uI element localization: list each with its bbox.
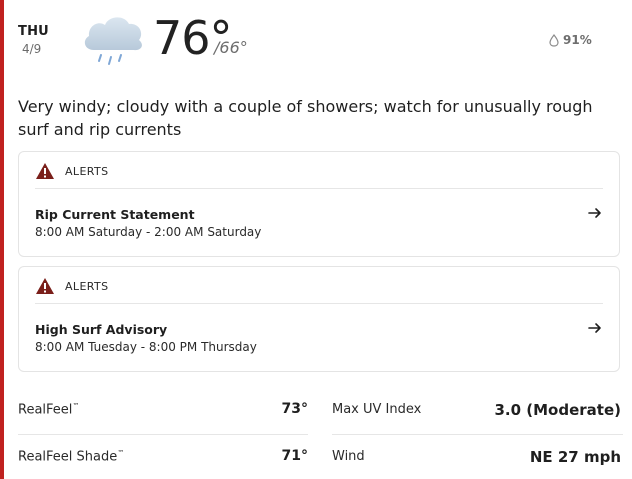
realfeel-shade-label: RealFeel Shade™ [18, 449, 125, 465]
low-temperature: /66° [214, 38, 248, 57]
realfeel-label: RealFeel™ [18, 402, 80, 418]
row-divider [332, 434, 623, 435]
warning-triangle-icon [36, 163, 54, 179]
precipitation: 91% [549, 33, 592, 47]
alert-label: ALERTS [65, 279, 109, 293]
warning-triangle-icon [36, 278, 54, 294]
uv-index-label: Max UV Index [332, 402, 422, 417]
alert-time: 8:00 AM Saturday - 2:00 AM Saturday [35, 225, 262, 239]
droplet-icon [549, 33, 559, 47]
precipitation-value: 91% [563, 33, 592, 47]
alert-label: ALERTS [65, 164, 109, 178]
uv-index-value: 3.0 (Moderate) [494, 401, 621, 419]
forecast-date: 4/9 [22, 42, 42, 56]
alert-divider [35, 188, 603, 189]
alert-card-high-surf[interactable]: ALERTS High Surf Advisory 8:00 AM Tuesda… [18, 266, 620, 372]
cloud-showers-icon [84, 17, 142, 65]
alert-card-rip-current[interactable]: ALERTS Rip Current Statement 8:00 AM Sat… [18, 151, 620, 257]
forecast-header: THU 4/9 76° /66° 91% [0, 0, 632, 90]
forecast-day: THU [18, 24, 49, 39]
alert-header: ALERTS [35, 277, 109, 295]
realfeel-value: 73° [281, 401, 308, 417]
row-divider [18, 434, 308, 435]
realfeel-shade-value: 71° [281, 448, 308, 464]
alert-time: 8:00 AM Tuesday - 8:00 PM Thursday [35, 340, 257, 354]
alert-header: ALERTS [35, 162, 109, 180]
arrow-right-icon[interactable] [587, 205, 603, 221]
wind-label: Wind [332, 449, 365, 464]
forecast-phrase: Very windy; cloudy with a couple of show… [18, 97, 593, 139]
alert-divider [35, 303, 603, 304]
alert-title: High Surf Advisory [35, 322, 168, 337]
wind-value: NE 27 mph [529, 448, 621, 466]
alert-title: Rip Current Statement [35, 207, 195, 222]
arrow-right-icon[interactable] [587, 320, 603, 336]
